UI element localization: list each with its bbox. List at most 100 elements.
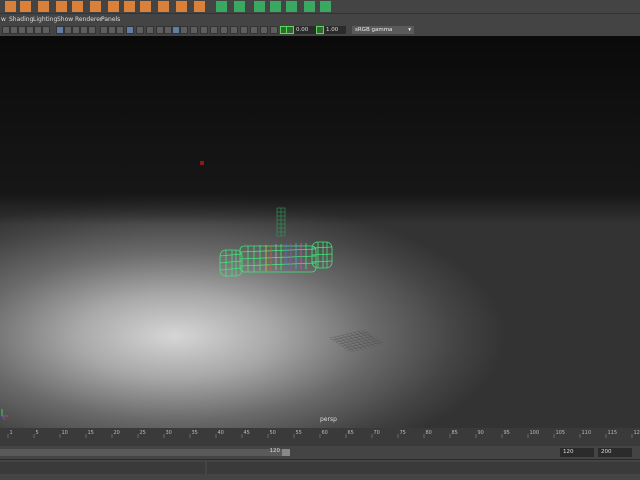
timeline-tick-label: 110	[582, 430, 592, 436]
timeline-tick-label: 75	[400, 430, 406, 436]
range-slider-bar: 120 120 200	[0, 446, 640, 459]
shelf-tool-icon[interactable]	[286, 1, 297, 12]
timeline-tick-label: 30	[166, 430, 172, 436]
persp-viewport[interactable]	[0, 36, 640, 428]
toolbar-toggle-icon[interactable]	[72, 26, 80, 34]
shelf-tool-icon[interactable]	[216, 1, 227, 12]
light-marker[interactable]	[200, 161, 204, 165]
color-space-label: sRGB gamma	[355, 27, 393, 33]
timeline-tick-label: 90	[478, 430, 484, 436]
shelf-tool-icon[interactable]	[270, 1, 281, 12]
shelf-tool-icon[interactable]	[20, 1, 31, 12]
menu-lighting[interactable]: Lighting	[33, 14, 57, 25]
menu-panels[interactable]: Panels	[101, 14, 120, 25]
time-slider[interactable]: 1 5 10 15 20 25 30 35 40 45 50 55 60 65 70 75 80 85 90 95 10…	[0, 428, 640, 446]
menu-view[interactable]: w	[1, 14, 6, 25]
toolbar-toggle-icon[interactable]	[270, 26, 278, 34]
toolbar-toggle-icon[interactable]	[56, 26, 64, 34]
toolbar-toggle-icon[interactable]	[10, 26, 18, 34]
vertical-wire-object[interactable]	[276, 207, 286, 237]
timeline-tick-label: 35	[192, 430, 198, 436]
shelf-tool-icon[interactable]	[56, 1, 67, 12]
timeline-tick-label: 85	[452, 430, 458, 436]
toolbar-toggle-icon[interactable]	[210, 26, 218, 34]
shelf-tool-icon[interactable]	[140, 1, 151, 12]
toolbar-toggle-icon[interactable]	[18, 26, 26, 34]
toolbar-toggle-icon[interactable]	[164, 26, 172, 34]
shelf-tool-icon[interactable]	[176, 1, 187, 12]
toolbar-toggle-icon[interactable]	[136, 26, 144, 34]
shelf-tool-icon[interactable]	[158, 1, 169, 12]
toolbar-toggle-icon[interactable]	[126, 26, 134, 34]
toolbar-toggle-icon[interactable]	[250, 26, 258, 34]
toolbar-toggle-icon[interactable]	[116, 26, 124, 34]
toolbar-toggle-icon[interactable]	[230, 26, 238, 34]
timeline-tick-label: 50	[270, 430, 276, 436]
timeline-tick-label: 120	[634, 430, 640, 436]
panel-menu-bar: w Shading Lighting Show Renderer Panels	[0, 14, 640, 25]
menu-renderer[interactable]: Renderer	[75, 14, 102, 25]
chevron-down-icon: ▾	[408, 27, 411, 33]
timeline-tick-label: 45	[244, 430, 250, 436]
scene-svg	[1, 161, 388, 421]
exposure-icon[interactable]	[286, 26, 294, 34]
range-slider-handle[interactable]	[282, 449, 290, 456]
toolbar-toggle-icon[interactable]	[64, 26, 72, 34]
timeline-tick-label: 100	[530, 430, 540, 436]
range-slider[interactable]: 120	[0, 448, 290, 456]
toolbar-toggle-icon[interactable]	[88, 26, 96, 34]
timeline-tick-label: 95	[504, 430, 510, 436]
toolbar-toggle-icon[interactable]	[146, 26, 154, 34]
toolbar-toggle-icon[interactable]	[108, 26, 116, 34]
shelf-tool-icon[interactable]	[254, 1, 265, 12]
grid-plane-object[interactable]	[329, 329, 388, 353]
timeline-tick-label: 60	[322, 430, 328, 436]
toolbar-toggle-icon[interactable]	[172, 26, 180, 34]
toolbar-toggle-icon[interactable]	[240, 26, 248, 34]
shelf-tool-icon[interactable]	[234, 1, 245, 12]
toolbar-toggle-icon[interactable]	[34, 26, 42, 34]
menu-shading[interactable]: Shading	[9, 14, 33, 25]
timeline-tick-label: 65	[348, 430, 354, 436]
exposure-field[interactable]: 0.00	[294, 26, 316, 34]
timeline-tick-label: 80	[426, 430, 432, 436]
shelf-tool-icon[interactable]	[124, 1, 135, 12]
shelf-tool-icon[interactable]	[320, 1, 331, 12]
toolbar-toggle-icon[interactable]	[80, 26, 88, 34]
cylinder-wire-object[interactable]	[219, 241, 333, 277]
shelf-tool-icon[interactable]	[108, 1, 119, 12]
axis-gizmo	[1, 409, 8, 421]
toolbar-toggle-icon[interactable]	[26, 26, 34, 34]
range-slider-value: 120	[269, 448, 281, 454]
command-result	[207, 462, 640, 474]
timeline-tick-label: 10	[62, 430, 68, 436]
toolbar-toggle-icon[interactable]	[260, 26, 268, 34]
gamma-field[interactable]: 1.00	[324, 26, 346, 34]
shelf-tool-icon[interactable]	[194, 1, 205, 12]
color-space-dropdown[interactable]: sRGB gamma ▾	[352, 26, 414, 34]
toolbar-toggle-icon[interactable]	[220, 26, 228, 34]
timeline-tick-label: 115	[608, 430, 618, 436]
end-time-field[interactable]: 120	[560, 448, 594, 457]
shelf-tool-icon[interactable]	[304, 1, 315, 12]
toolbar-toggle-icon[interactable]	[156, 26, 164, 34]
shelf-tool-icon[interactable]	[72, 1, 83, 12]
shelf-tool-icon[interactable]	[90, 1, 101, 12]
shelf-bar	[0, 0, 640, 14]
menu-show[interactable]: Show	[57, 14, 73, 25]
timeline-tick-label: 40	[218, 430, 224, 436]
toolbar-toggle-icon[interactable]	[100, 26, 108, 34]
toolbar-toggle-icon[interactable]	[200, 26, 208, 34]
timeline-tick-label: 15	[88, 430, 94, 436]
anim-end-field[interactable]: 200	[598, 448, 632, 457]
shelf-tool-icon[interactable]	[38, 1, 49, 12]
toolbar-toggle-icon[interactable]	[42, 26, 50, 34]
command-input[interactable]	[0, 462, 205, 474]
toolbar-toggle-icon[interactable]	[190, 26, 198, 34]
timeline-tick-label: 1	[10, 430, 13, 436]
timeline-tick-label: 5	[36, 430, 39, 436]
toolbar-toggle-icon[interactable]	[2, 26, 10, 34]
shelf-tool-icon[interactable]	[5, 1, 16, 12]
toolbar-toggle-icon[interactable]	[180, 26, 188, 34]
gamma-icon[interactable]	[316, 26, 324, 34]
